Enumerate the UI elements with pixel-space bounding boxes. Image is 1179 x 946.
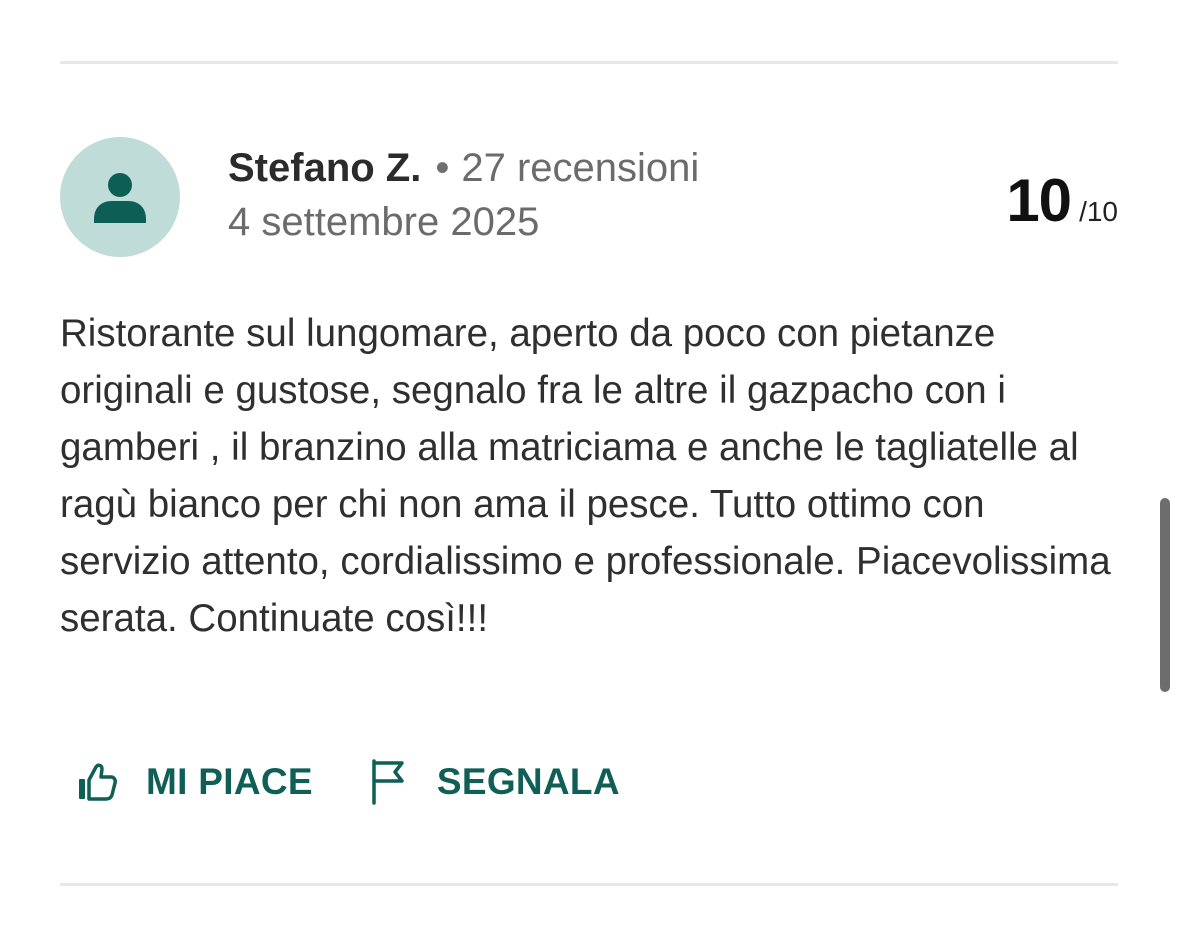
like-button[interactable]: MI PIACE (76, 761, 313, 803)
score-value: 10 (1006, 167, 1072, 234)
reviewer-info: Stefano Z. • 27 recensioni (228, 142, 699, 194)
thumbs-up-icon (79, 763, 117, 801)
report-label: SEGNALA (436, 761, 620, 802)
user-icon (94, 173, 146, 223)
top-divider (60, 61, 1118, 64)
reviewer-name[interactable]: Stefano Z. (228, 146, 421, 191)
review-score: 10 /10 (1006, 166, 1118, 235)
review-date: 4 settembre 2025 (228, 200, 540, 244)
review-actions: MI PIACE SEGNALA (76, 752, 620, 812)
review-text: Ristorante sul lungomare, aperto da poco… (60, 312, 1111, 640)
like-label: MI PIACE (146, 761, 313, 802)
flag-icon (372, 759, 404, 805)
report-button[interactable]: SEGNALA (369, 759, 620, 805)
avatar[interactable] (60, 137, 180, 257)
bottom-divider (60, 883, 1118, 886)
review-count: 27 recensioni (461, 145, 700, 190)
separator-dot: • (435, 145, 450, 190)
scrollbar-thumb[interactable] (1160, 498, 1170, 692)
score-max: /10 (1079, 196, 1118, 227)
